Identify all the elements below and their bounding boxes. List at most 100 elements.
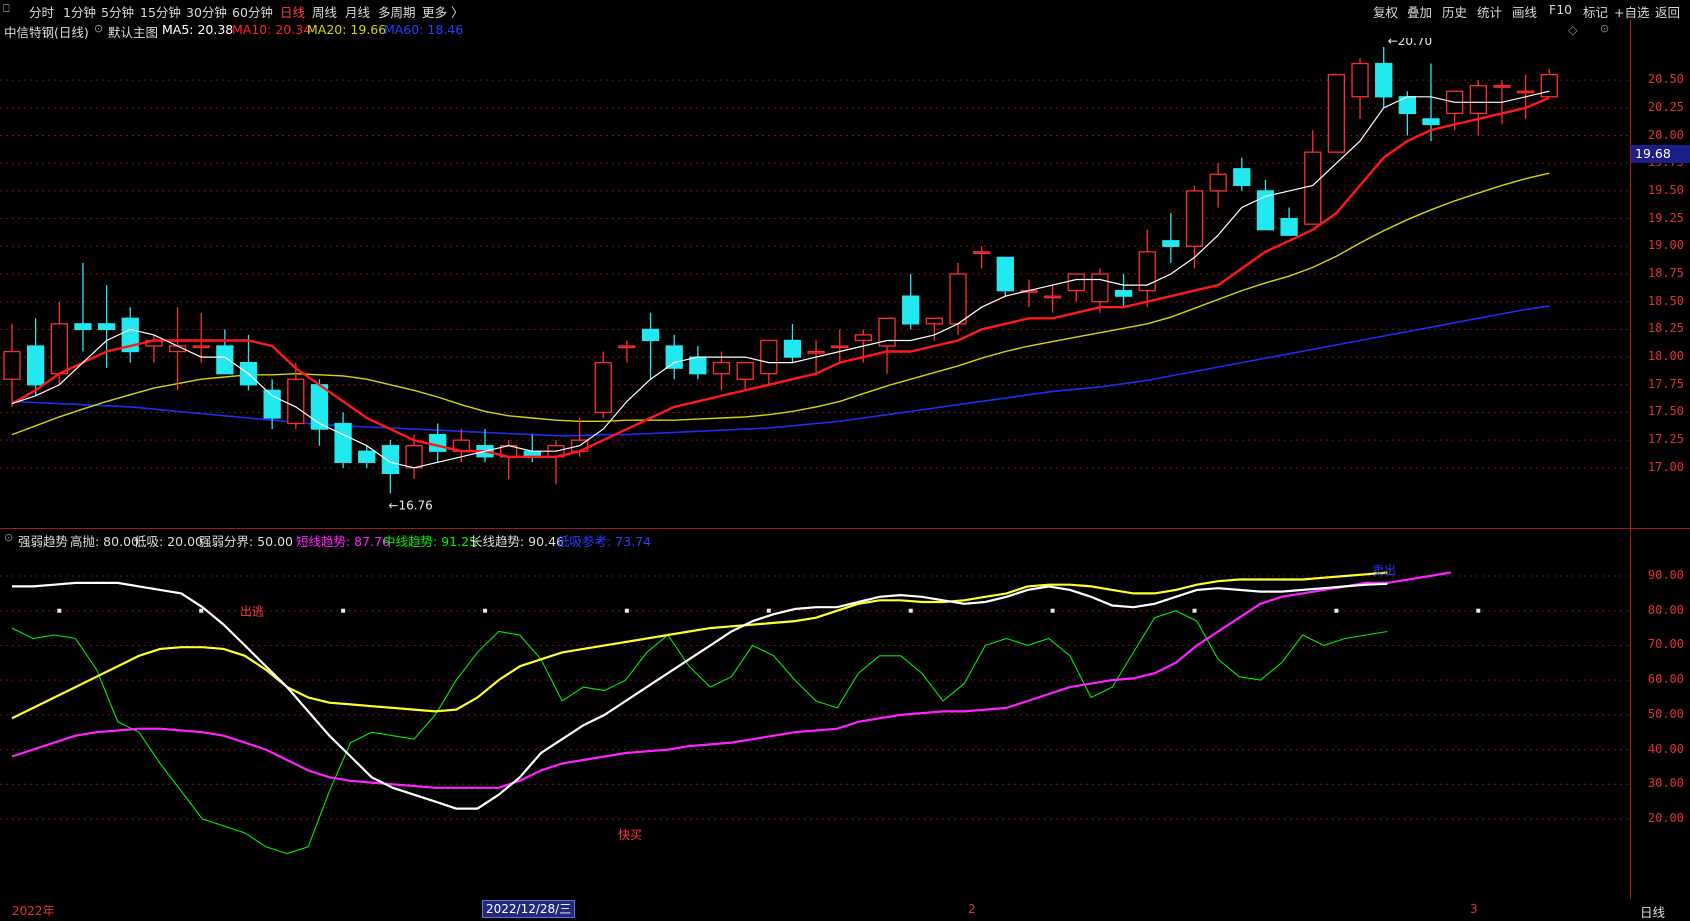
candle-up — [807, 350, 825, 354]
candle-up — [618, 345, 636, 349]
candle-up — [1209, 173, 1227, 192]
candlestick-chart[interactable]: ←20.70 ←16.76 — [0, 38, 1630, 528]
year-label: 2022年 — [12, 904, 55, 918]
tab-monthly[interactable]: 月线 — [345, 2, 370, 21]
ma10-value: MA10: 20.34 — [232, 22, 312, 37]
candle-up — [1185, 190, 1204, 247]
settings-icon[interactable]: ⊙ — [94, 22, 103, 35]
ref-trend-value: 低吸参考: 73.74 — [557, 534, 651, 549]
month-3-label: 3 — [1470, 902, 1478, 916]
statistics-button[interactable]: 统计 — [1477, 2, 1502, 21]
high-marker-dot — [1050, 608, 1055, 613]
indicator-axis-tick: 70.00 — [1647, 637, 1684, 652]
indicator-axis-tick: 80.00 — [1647, 602, 1684, 617]
high-marker-dot — [199, 608, 204, 613]
low-buy-value: 低吸: 20.00 — [134, 534, 203, 549]
candle-down — [334, 422, 352, 463]
price-axis: 20.5020.2520.0019.7519.5019.2519.0018.75… — [1632, 38, 1690, 528]
overlay-button[interactable]: 叠加 — [1407, 2, 1432, 21]
tab-multi-period[interactable]: 多周期 — [378, 2, 416, 21]
price-axis-tick: 17.75 — [1647, 376, 1684, 391]
tab-fenshi[interactable]: 分时 — [29, 2, 54, 21]
current-price-tag: 19.68 — [1631, 145, 1690, 163]
tab-more[interactable]: 更多 〉 — [422, 2, 463, 21]
ma5-value: MA5: 20.38 — [162, 22, 234, 37]
indicator-axis-tick: 20.00 — [1647, 811, 1684, 825]
ref-trend-line — [12, 581, 1388, 810]
price-axis-tick: 20.25 — [1647, 99, 1684, 114]
candle-down — [97, 323, 116, 331]
indicator-axis-tick: 30.00 — [1647, 776, 1684, 791]
strength-trend-chart[interactable]: 出逃快买 卖出 — [0, 529, 1630, 899]
candle-down — [26, 345, 45, 386]
high-marker-dot — [766, 608, 771, 613]
candle-up — [1327, 73, 1346, 153]
period-toolbar: ⎕ 分时 1分钟 5分钟 15分钟 30分钟 60分钟 日线 周线 月线 多周期… — [0, 0, 1690, 20]
candle-up — [50, 323, 68, 375]
pane-divider — [0, 528, 1690, 529]
high-marker-dot — [1334, 608, 1339, 613]
high-marker-dot — [1476, 608, 1481, 613]
candle-down — [358, 450, 376, 463]
period-label[interactable]: 日线 — [1640, 902, 1665, 921]
target-icon[interactable]: ⊙ — [1600, 22, 1609, 35]
high-marker-dot — [341, 608, 346, 613]
price-axis-tick: 18.00 — [1647, 349, 1684, 364]
candle-up — [1469, 85, 1487, 115]
back-button[interactable]: 返回 — [1655, 2, 1680, 21]
mid-trend-value: 中线趋势: 91.25 — [383, 534, 477, 549]
tab-5min[interactable]: 5分钟 — [101, 2, 134, 21]
window-corner-icon[interactable]: ⎕ — [3, 2, 10, 16]
high-marker-dot — [483, 608, 487, 613]
high-price-label: ←20.70 — [1388, 38, 1432, 48]
mid-trend-line — [11, 610, 1388, 855]
candle-down — [689, 356, 707, 375]
tab-daily[interactable]: 日线 — [280, 2, 305, 21]
candle-up — [1516, 90, 1535, 94]
candle-up — [1067, 273, 1085, 292]
price-axis-tick: 17.50 — [1647, 404, 1684, 419]
indicator-settings-icon[interactable]: ⊙ — [4, 531, 13, 544]
mark-button[interactable]: 标记 — [1583, 2, 1608, 21]
tab-30min[interactable]: 30分钟 — [186, 2, 227, 21]
history-button[interactable]: 历史 — [1442, 2, 1467, 21]
short-trend-line — [11, 571, 1451, 789]
candle-up — [760, 339, 778, 375]
candle-up — [594, 361, 612, 414]
candle-up — [287, 378, 305, 425]
tab-1min[interactable]: 1分钟 — [63, 2, 96, 21]
candle-up — [1493, 85, 1511, 88]
price-axis-tick: 18.75 — [1647, 266, 1684, 280]
candle-up — [854, 334, 873, 342]
add-favorite-button[interactable]: +自选 — [1614, 2, 1649, 21]
main-chart-title: 中信特钢(日线) ⊙ 默认主图 MA5: 20.38 MA10: 20.34 M… — [0, 20, 1630, 40]
candle-up — [3, 350, 21, 380]
tab-15min[interactable]: 15分钟 — [140, 2, 181, 21]
candle-up — [831, 345, 849, 349]
candle-down — [310, 384, 329, 430]
price-axis-tick: 19.00 — [1647, 238, 1684, 253]
candle-up — [1304, 151, 1322, 225]
tab-weekly[interactable]: 周线 — [312, 2, 337, 21]
candle-up — [949, 273, 967, 325]
indicator-name[interactable]: 强弱趋势 — [18, 531, 68, 550]
diamond-icon[interactable]: ◇ — [1568, 22, 1578, 37]
f10-button[interactable]: F10 — [1549, 2, 1572, 17]
price-axis-tick: 19.50 — [1647, 182, 1684, 197]
price-axis-tick: 17.00 — [1647, 459, 1684, 474]
ma5-line — [11, 90, 1550, 469]
candle-up — [1540, 73, 1558, 98]
indicator-header: ⊙ 强弱趋势 高抛: 80.00 低吸: 20.00 强弱分界: 50.00 短… — [0, 529, 1630, 550]
candle-up — [712, 361, 731, 375]
candle-down — [1375, 62, 1393, 98]
price-axis-tick: 19.25 — [1647, 210, 1684, 225]
price-axis-tick: 18.50 — [1647, 293, 1684, 308]
indicator-axis-tick: 50.00 — [1647, 706, 1684, 721]
fuquan-button[interactable]: 复权 — [1373, 2, 1398, 21]
draw-line-button[interactable]: 画线 — [1512, 2, 1537, 21]
candle-down — [1422, 118, 1440, 126]
candle-down — [263, 389, 281, 419]
candle-down — [783, 339, 802, 358]
candle-up — [405, 445, 423, 469]
tab-60min[interactable]: 60分钟 — [232, 2, 273, 21]
